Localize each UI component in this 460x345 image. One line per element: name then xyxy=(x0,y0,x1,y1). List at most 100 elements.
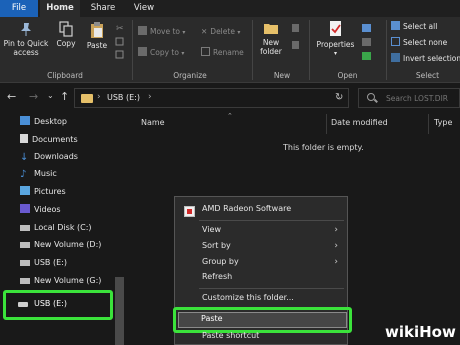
delete-button[interactable]: ✕ Delete ▾ xyxy=(201,26,240,39)
submenu-arrow-icon: › xyxy=(334,225,338,235)
select-all-button[interactable]: Select all xyxy=(391,21,437,33)
nav-item-label: Local Disk (C:) xyxy=(34,223,92,232)
breadcrumb-chevron-icon: › xyxy=(148,92,152,102)
nav-item-downloads[interactable]: ↓ Downloads xyxy=(20,149,78,165)
select-all-icon xyxy=(391,21,400,30)
menu-item-label: Refresh xyxy=(202,272,233,281)
properties-label: Properties xyxy=(316,40,355,49)
menu-item-label: View xyxy=(202,225,221,234)
nav-item-label: Pictures xyxy=(34,187,66,196)
drive-icon xyxy=(20,278,30,284)
nav-item-local-disk-c[interactable]: Local Disk (C:) xyxy=(20,220,92,236)
menu-item-group-by[interactable]: Group by › xyxy=(175,254,347,270)
clipboard-group-label: Clipboard xyxy=(47,71,83,80)
column-header-date-modified[interactable]: Date modified xyxy=(331,118,388,127)
paste-ribbon-button[interactable]: Paste xyxy=(84,21,110,50)
paste-ribbon-label: Paste xyxy=(86,41,108,50)
recent-locations-button[interactable]: ⌄ xyxy=(47,91,54,100)
move-to-button[interactable]: Move to ▾ xyxy=(138,26,185,39)
menu-separator xyxy=(199,220,344,221)
menu-separator xyxy=(199,288,344,289)
nav-pane-scrollbar[interactable] xyxy=(115,277,124,345)
ribbon-divider xyxy=(132,20,133,80)
new-folder-label-line2: folder xyxy=(260,47,282,56)
menu-item-view[interactable]: View › xyxy=(175,222,347,238)
tab-home[interactable]: Home xyxy=(40,0,80,17)
nav-item-usb-e-highlighted[interactable]: USB (E:) xyxy=(3,290,113,320)
rename-button[interactable]: Rename xyxy=(201,47,244,59)
menu-item-sort-by[interactable]: Sort by › xyxy=(175,238,347,254)
delete-label: Delete xyxy=(210,27,235,36)
nav-item-desktop[interactable]: Desktop xyxy=(20,114,67,130)
search-box[interactable] xyxy=(358,88,460,108)
refresh-icon[interactable]: ↻ xyxy=(335,92,343,103)
breadcrumb-chevron-icon: › xyxy=(97,92,101,102)
select-none-label: Select none xyxy=(403,38,448,47)
nav-item-usb-e[interactable]: USB (E:) xyxy=(20,255,67,271)
column-header-name[interactable]: Name xyxy=(141,118,165,127)
column-divider[interactable] xyxy=(428,114,429,134)
move-to-label: Move to xyxy=(150,27,181,36)
nav-item-music[interactable]: ♪ Music xyxy=(20,166,57,182)
watermark-text: wikiHow xyxy=(385,323,456,341)
tab-file[interactable]: File xyxy=(0,0,38,17)
invert-selection-button[interactable]: Invert selection xyxy=(391,53,460,65)
copy-to-label: Copy to xyxy=(150,48,179,57)
new-folder-button[interactable]: New folder xyxy=(256,20,286,56)
rename-icon xyxy=(201,47,210,56)
nav-item-new-volume-g[interactable]: New Volume (G:) xyxy=(20,273,101,289)
submenu-arrow-icon: › xyxy=(334,241,338,251)
nav-item-label: Desktop xyxy=(34,117,67,126)
nav-item-new-volume-d[interactable]: New Volume (D:) xyxy=(20,237,101,253)
cut-copypath-shortcut-icons[interactable]: ✂ xyxy=(115,22,125,60)
open-edit-history-icons[interactable] xyxy=(361,23,373,61)
pin-to-quick-access-button[interactable]: Pin to Quick access xyxy=(2,21,50,57)
copy-to-icon xyxy=(138,47,147,56)
search-input[interactable] xyxy=(386,92,460,104)
column-header-type[interactable]: Type xyxy=(434,118,452,127)
copy-to-button[interactable]: Copy to ▾ xyxy=(138,47,184,60)
nav-item-label: USB (E:) xyxy=(34,258,67,267)
menu-item-label: Sort by xyxy=(202,241,231,250)
menu-item-customize-folder[interactable]: Customize this folder... xyxy=(175,290,347,306)
up-button[interactable]: ↑ xyxy=(60,90,69,103)
menu-item-paste-shortcut[interactable]: Paste shortcut xyxy=(175,328,347,344)
navigation-pane: Desktop Documents ↓ Downloads ♪ Music Pict… xyxy=(0,112,126,345)
tab-share[interactable]: Share xyxy=(84,0,122,17)
nav-item-label: Downloads xyxy=(34,152,78,161)
rename-label: Rename xyxy=(213,48,244,57)
back-button[interactable]: ← xyxy=(7,90,16,103)
menu-item-refresh[interactable]: Refresh xyxy=(175,269,347,285)
forward-button[interactable]: → xyxy=(29,90,38,103)
copy-button[interactable]: Copy xyxy=(54,21,78,48)
nav-item-videos[interactable]: Videos xyxy=(20,202,61,218)
new-folder-label-line1: New xyxy=(262,38,280,47)
breadcrumb-usb[interactable]: USB (E:) xyxy=(107,93,140,102)
pictures-icon xyxy=(20,186,30,195)
nav-item-label: Documents xyxy=(32,135,78,144)
menu-item-label: Paste xyxy=(201,314,223,323)
open-group-label: Open xyxy=(337,71,358,80)
invert-selection-label: Invert selection xyxy=(403,54,460,63)
new-item-shortcut-icons[interactable] xyxy=(291,23,301,53)
amd-radeon-icon xyxy=(184,206,195,217)
drive-icon xyxy=(20,242,30,248)
music-icon: ♪ xyxy=(20,169,27,180)
address-bar[interactable]: › USB (E:) › ⌄ xyxy=(74,88,349,108)
properties-button[interactable]: Properties ▾ xyxy=(313,20,358,58)
empty-folder-message: This folder is empty. xyxy=(283,143,364,152)
videos-icon xyxy=(20,204,30,213)
nav-item-label: Videos xyxy=(34,205,61,214)
copy-icon xyxy=(59,21,73,37)
menu-item-amd-radeon-software[interactable]: AMD Radeon Software xyxy=(175,201,347,217)
tab-view[interactable]: View xyxy=(126,0,162,17)
nav-item-label: New Volume (G:) xyxy=(34,276,102,285)
ribbon: Pin to Quick access Copy Paste ✂ Clipboa… xyxy=(0,17,460,83)
search-icon xyxy=(367,93,375,101)
nav-item-documents[interactable]: Documents xyxy=(20,132,78,148)
select-none-button[interactable]: Select none xyxy=(391,37,447,49)
submenu-arrow-icon: › xyxy=(334,257,338,267)
invert-selection-icon xyxy=(391,53,400,62)
nav-item-pictures[interactable]: Pictures xyxy=(20,184,66,200)
column-divider[interactable] xyxy=(326,114,327,134)
